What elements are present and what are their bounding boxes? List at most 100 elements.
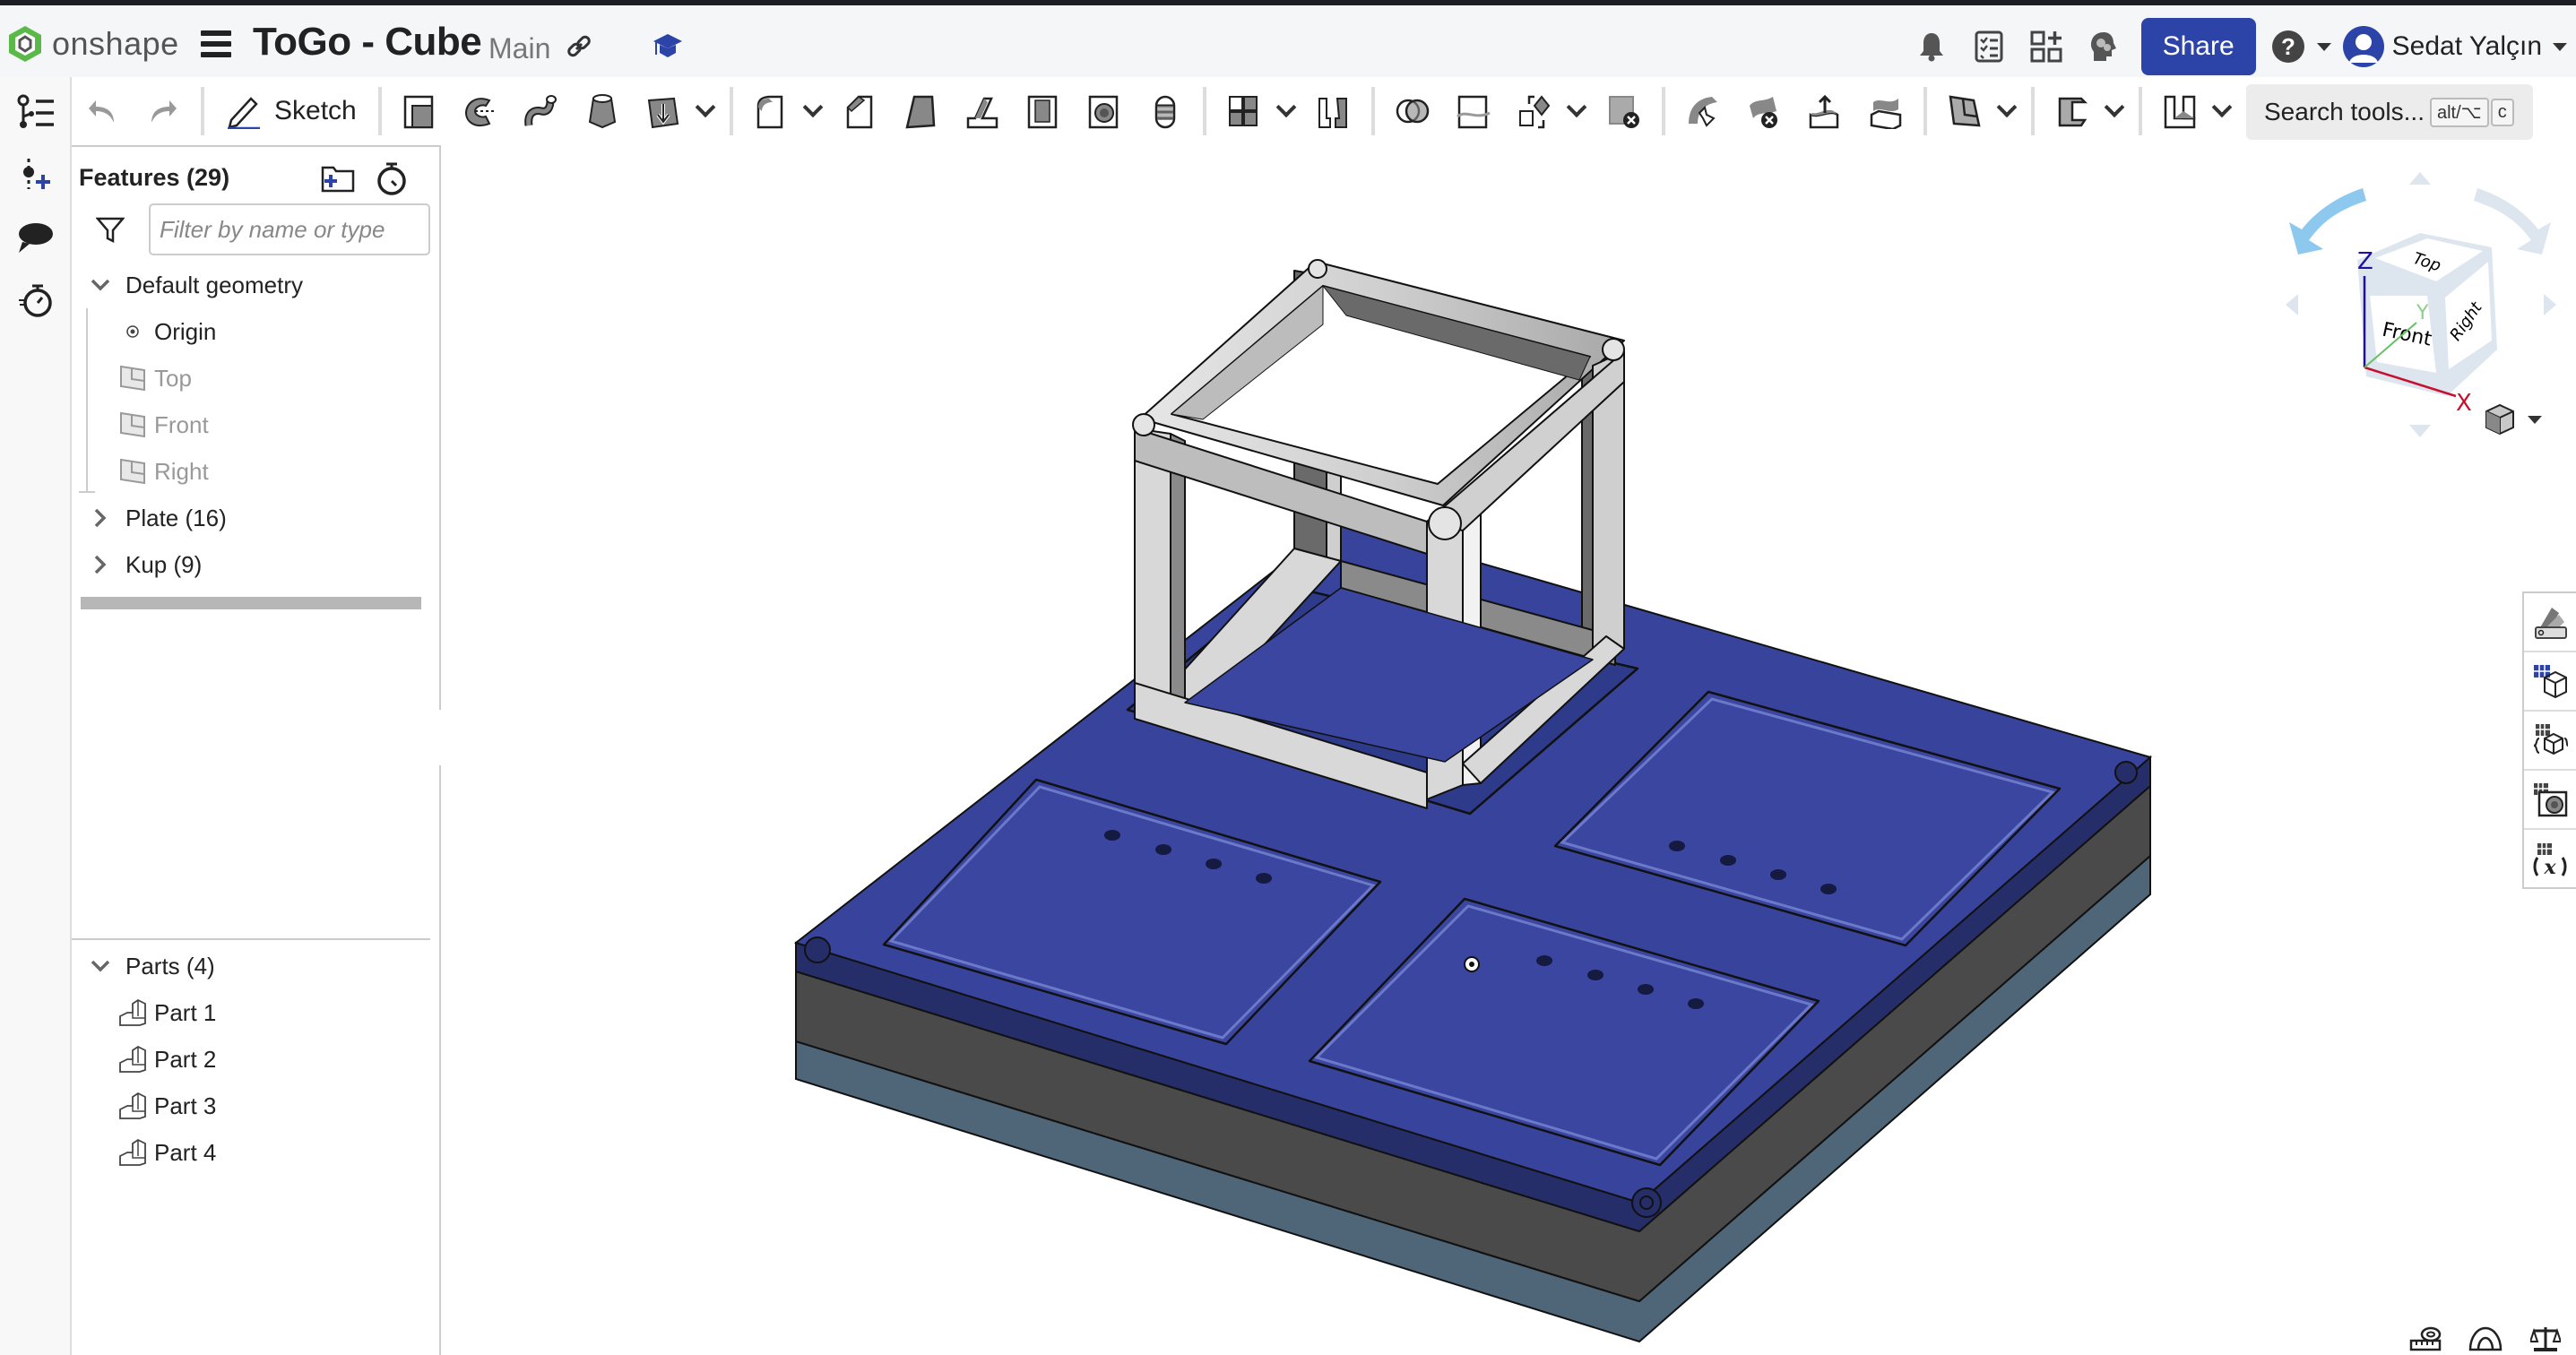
draft-button[interactable] (895, 84, 948, 138)
toolbar-divider (2030, 87, 2035, 135)
feature-list-icon[interactable] (0, 81, 72, 143)
thicken-button[interactable] (636, 84, 690, 138)
tree-item-front-plane[interactable]: Front (79, 401, 437, 448)
plane-button[interactable] (1938, 84, 1992, 138)
extend-surface-button[interactable] (1798, 84, 1852, 138)
sheet-metal-dropdown-chevron[interactable] (2103, 84, 2126, 138)
part-item[interactable]: Part 4 (79, 1129, 437, 1176)
rollback-bar[interactable] (81, 597, 421, 609)
fillet-button[interactable] (744, 84, 798, 138)
extrude-button[interactable] (393, 84, 446, 138)
parts-divider (72, 938, 430, 940)
sheet-metal-button[interactable] (2045, 84, 2099, 138)
rotate-right-arrow-icon[interactable] (2474, 188, 2551, 255)
linear-pattern-button[interactable] (1217, 84, 1271, 138)
link-icon[interactable] (565, 32, 593, 61)
app-store-icon[interactable] (2028, 29, 2064, 65)
sketch-button[interactable]: Sketch (215, 84, 367, 138)
part-item[interactable]: Part 1 (79, 989, 437, 1036)
arrow-left-icon[interactable] (2286, 294, 2298, 315)
chevron-right-icon[interactable] (82, 547, 118, 583)
undo-button[interactable] (75, 84, 129, 138)
branch-label[interactable]: Main (488, 32, 550, 65)
hole-button[interactable] (1077, 84, 1131, 138)
tree-item-default-geometry[interactable]: Default geometry (79, 262, 437, 308)
tree-item-label: Origin (154, 317, 217, 345)
delete-face-button[interactable] (1737, 84, 1791, 138)
variable-studio-panel-button[interactable] (2524, 712, 2576, 771)
share-button[interactable]: Share (2140, 18, 2256, 75)
delete-part-button[interactable] (1597, 84, 1651, 138)
tree-item-top-plane[interactable]: Top (79, 355, 437, 401)
graphics-viewport[interactable] (441, 145, 2576, 1355)
help-menu[interactable]: ? (2270, 29, 2331, 65)
shell-button[interactable] (1016, 84, 1070, 138)
arrow-up-icon[interactable] (2409, 172, 2431, 185)
chamfer-button[interactable] (834, 84, 887, 138)
split-button[interactable] (1447, 84, 1500, 138)
part-item[interactable]: Part 3 (79, 1083, 437, 1129)
mirror-button[interactable] (1307, 84, 1361, 138)
parts-header[interactable]: Parts (4) (79, 943, 437, 989)
search-tools-button[interactable]: Search tools... alt/⌥ c (2246, 84, 2533, 140)
main-menu-button[interactable] (201, 30, 231, 57)
tasks-icon[interactable] (1971, 29, 2007, 65)
configurations-panel-button[interactable] (2524, 652, 2576, 712)
filter-input[interactable] (149, 203, 430, 255)
arrow-right-icon[interactable] (2544, 294, 2556, 315)
arrow-down-icon[interactable] (2409, 425, 2431, 437)
frame-dropdown-chevron[interactable] (2210, 84, 2234, 138)
rib-button[interactable] (955, 84, 1009, 138)
measure-icon[interactable] (2407, 1323, 2443, 1355)
document-title[interactable]: ToGo - Cube (253, 20, 482, 65)
angle-icon[interactable] (2468, 1323, 2503, 1355)
pattern-dropdown-chevron[interactable] (1275, 84, 1298, 138)
tree-item-kup-folder[interactable]: Kup (9) (79, 541, 437, 588)
y-axis-label: Y (2416, 302, 2429, 324)
comments-icon[interactable] (0, 206, 72, 269)
redo-button[interactable] (136, 84, 190, 138)
plane-icon (118, 364, 147, 393)
onshape-logo[interactable]: onshape (7, 22, 179, 66)
loft-button[interactable] (575, 84, 629, 138)
filter-icon[interactable] (88, 207, 133, 252)
toolbar-divider (729, 87, 733, 135)
rollback-timer-button[interactable] (373, 160, 411, 197)
tree-item-right-plane[interactable]: Right (79, 448, 437, 495)
chevron-down-icon[interactable] (82, 948, 118, 984)
tree-item-origin[interactable]: Origin (79, 308, 437, 355)
tree-item-label: Default geometry (125, 271, 303, 298)
plane-dropdown-chevron[interactable] (1995, 84, 2018, 138)
frame-button[interactable] (2153, 84, 2207, 138)
hole-table-panel-button[interactable] (2524, 771, 2576, 830)
left-icon-rail (0, 77, 72, 1355)
tree-item-plate-folder[interactable]: Plate (16) (79, 495, 437, 541)
fillet-dropdown-chevron[interactable] (801, 84, 825, 138)
3d-model[interactable] (441, 145, 2576, 1355)
transform-dropdown-chevron[interactable] (1565, 84, 1588, 138)
add-folder-button[interactable] (319, 160, 357, 197)
performance-icon[interactable] (0, 269, 72, 332)
sweep-button[interactable] (514, 84, 568, 138)
education-icon[interactable] (653, 30, 683, 61)
user-menu[interactable]: Sedat Yalçın (2342, 25, 2567, 68)
learning-center-icon[interactable] (2086, 29, 2122, 65)
move-face-button[interactable] (1676, 84, 1730, 138)
transform-button[interactable] (1508, 84, 1561, 138)
thread-button[interactable] (1138, 84, 1192, 138)
thicken-dropdown-chevron[interactable] (694, 84, 717, 138)
offset-surface-button[interactable] (1859, 84, 1913, 138)
mass-properties-icon[interactable] (2528, 1323, 2563, 1355)
chevron-down-icon[interactable] (82, 267, 118, 303)
boolean-button[interactable] (1386, 84, 1439, 138)
tree-guide-line (86, 308, 88, 492)
variable-table-panel-button[interactable]: x (2524, 830, 2576, 889)
revolve-button[interactable] (454, 84, 507, 138)
chevron-right-icon[interactable] (82, 500, 118, 536)
notifications-icon[interactable] (1914, 29, 1949, 65)
appearance-panel-button[interactable] (2524, 593, 2576, 652)
part-item[interactable]: Part 2 (79, 1036, 437, 1083)
view-mode-button[interactable] (2483, 401, 2546, 437)
insert-mate-connector-icon[interactable] (0, 143, 72, 206)
rotate-left-arrow-icon[interactable] (2289, 188, 2366, 255)
